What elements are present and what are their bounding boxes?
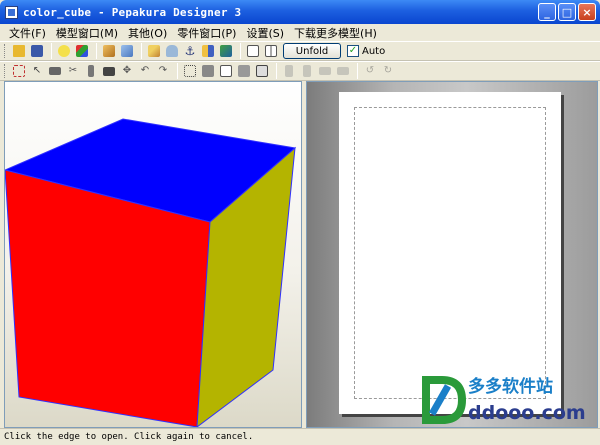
cylinder-icon[interactable] <box>164 43 180 59</box>
redo-icon[interactable]: ↷ <box>155 63 171 79</box>
glue-icon[interactable] <box>83 63 99 79</box>
color-cube-model[interactable] <box>5 82 302 428</box>
page-icon[interactable] <box>218 63 234 79</box>
menu-parts-window[interactable]: 零件窗口(P) <box>172 25 241 41</box>
toolbar-separator <box>51 43 52 59</box>
align-left-icon[interactable] <box>281 63 297 79</box>
window-title: color_cube - Pepakura Designer 3 <box>23 5 242 19</box>
rotate-icon[interactable] <box>101 63 117 79</box>
minimize-button[interactable]: _ <box>538 3 556 21</box>
menu-settings[interactable]: 设置(S) <box>241 25 289 41</box>
print-icon[interactable] <box>236 63 252 79</box>
texture-cube-icon[interactable] <box>74 43 90 59</box>
toolbar-separator <box>240 43 241 59</box>
menu-other[interactable]: 其他(O) <box>123 25 172 41</box>
anchor-icon[interactable]: ⚓ <box>182 43 198 59</box>
menu-download-models[interactable]: 下载更多模型(H) <box>289 25 382 41</box>
layout-icon[interactable] <box>218 43 234 59</box>
site-watermark: 多多软件站 ddooo.com <box>420 372 596 430</box>
auto-label: Auto <box>362 45 386 57</box>
select-icon[interactable] <box>11 63 27 79</box>
toolbar-separator <box>357 63 358 79</box>
rotate-right-icon[interactable]: ↻ <box>380 63 396 79</box>
align-right-icon[interactable] <box>299 63 315 79</box>
window-controls: _ □ × <box>538 3 596 21</box>
lightbulb-icon[interactable] <box>56 43 72 59</box>
close-button[interactable]: × <box>578 3 596 21</box>
undo-icon[interactable]: ↶ <box>137 63 153 79</box>
window-single-icon[interactable] <box>245 43 261 59</box>
auto-checkbox[interactable]: ✓ <box>347 45 359 57</box>
menu-file[interactable]: 文件(F) <box>4 25 51 41</box>
main-toolbar: ⚓ Unfold ✓ Auto <box>0 41 600 61</box>
join-icon[interactable] <box>47 63 63 79</box>
print-margin <box>354 107 546 399</box>
toolbar-separator <box>177 63 178 79</box>
maximize-button[interactable]: □ <box>558 3 576 21</box>
auto-option: ✓ Auto <box>347 45 385 57</box>
rotate-left-icon[interactable]: ↺ <box>362 63 378 79</box>
status-bar: Click the edge to open. Click again to c… <box>0 428 600 445</box>
toolbar-separator <box>96 43 97 59</box>
open-folder-icon[interactable] <box>11 43 27 59</box>
edit-toolbar: ↖ ✂ ✥ ↶ ↷ ↺ ↻ <box>0 61 600 81</box>
save-icon[interactable] <box>29 43 45 59</box>
title-bar: color_cube - Pepakura Designer 3 _ □ × <box>0 0 600 24</box>
arrange-icon[interactable] <box>200 63 216 79</box>
menu-bar: 文件(F) 模型窗口(M) 其他(O) 零件窗口(P) 设置(S) 下载更多模型… <box>0 24 600 41</box>
pencil-icon[interactable] <box>146 43 162 59</box>
menu-model-window[interactable]: 模型窗口(M) <box>51 25 123 41</box>
zoom-icon[interactable] <box>254 63 270 79</box>
align-bottom-icon[interactable] <box>335 63 351 79</box>
flap-icon[interactable] <box>200 43 216 59</box>
model-viewport[interactable] <box>4 81 302 428</box>
window-double-icon[interactable] <box>263 43 279 59</box>
shaded-cube-icon[interactable] <box>101 43 117 59</box>
move-icon[interactable]: ✥ <box>119 63 135 79</box>
watermark-brand: 多多软件站 <box>468 377 553 397</box>
ddooo-logo <box>422 376 466 424</box>
fit-icon[interactable] <box>182 63 198 79</box>
status-message: Click the edge to open. Click again to c… <box>4 432 254 442</box>
unshaded-cube-icon[interactable] <box>119 43 135 59</box>
unfold-button[interactable]: Unfold <box>283 43 341 59</box>
toolbar-grip[interactable] <box>4 44 7 58</box>
paper-page <box>339 92 561 414</box>
toolbar-separator <box>276 63 277 79</box>
cut-icon[interactable]: ✂ <box>65 63 81 79</box>
watermark-url: ddooo.com <box>468 402 586 424</box>
app-icon <box>5 5 18 19</box>
toolbar-grip[interactable] <box>4 64 7 78</box>
edit-icon[interactable]: ↖ <box>29 63 45 79</box>
toolbar-separator <box>141 43 142 59</box>
align-top-icon[interactable] <box>317 63 333 79</box>
